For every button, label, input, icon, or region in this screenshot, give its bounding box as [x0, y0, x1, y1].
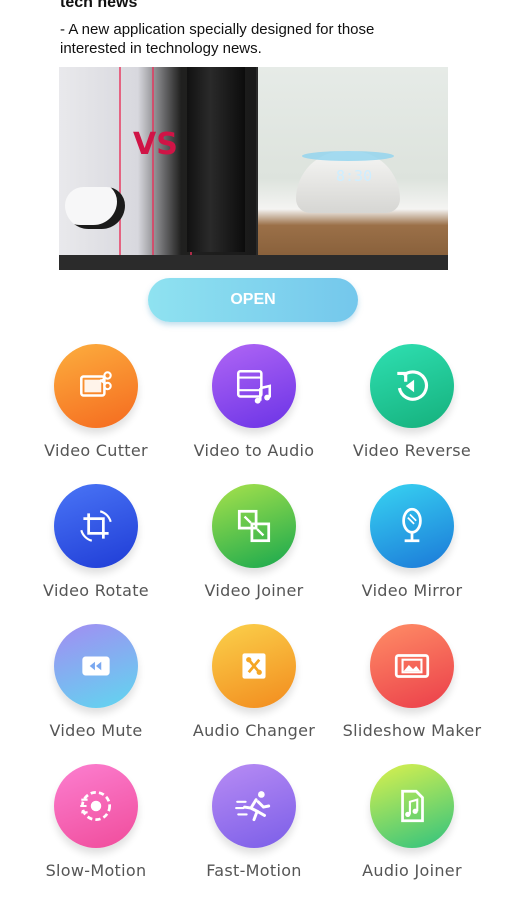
fast-motion-icon	[212, 764, 296, 848]
joiner-icon	[212, 484, 296, 568]
tile-label: Audio Joiner	[362, 861, 462, 880]
video-mute-icon	[54, 624, 138, 708]
tile-label: Slideshow Maker	[342, 721, 482, 740]
ad-title: tech news	[60, 0, 138, 11]
audio-joiner-tile[interactable]: Audio Joiner	[333, 760, 491, 900]
slow-motion-icon	[54, 764, 138, 848]
video-mirror-tile[interactable]: Video Mirror	[333, 480, 491, 620]
video-to-audio-tile[interactable]: Video to Audio	[175, 340, 333, 480]
tile-label: Audio Changer	[192, 721, 316, 740]
console-photo: VS	[59, 67, 256, 270]
tile-label: Video Rotate	[43, 581, 149, 600]
slideshow-icon	[370, 624, 454, 708]
mirror-icon	[370, 484, 454, 568]
slow-motion-tile[interactable]: Slow-Motion	[17, 760, 175, 900]
video-joiner-tile[interactable]: Video Joiner	[175, 480, 333, 620]
tile-label: Fast-Motion	[206, 861, 302, 880]
tile-label: Video Mirror	[361, 581, 463, 600]
video-rotate-tile[interactable]: Video Rotate	[17, 480, 175, 620]
tile-label: Video to Audio	[193, 441, 315, 460]
open-button[interactable]: OPEN	[148, 278, 358, 322]
tile-label: Video Reverse	[352, 441, 472, 460]
tools-grid: Video Cutter Video to Audio Video Revers…	[17, 340, 489, 900]
speaker-clock-text: 8:30	[336, 167, 373, 185]
ad-description: - A new application specially designed f…	[60, 21, 375, 57]
tile-label: Slow-Motion	[45, 861, 147, 880]
film-music-icon	[212, 344, 296, 428]
video-mute-tile[interactable]: Video Mute	[17, 620, 175, 760]
ad-banner-image[interactable]: VS 8:30	[59, 67, 448, 270]
video-cutter-tile[interactable]: Video Cutter	[17, 340, 175, 480]
scissors-film-icon	[54, 344, 138, 428]
reverse-icon	[370, 344, 454, 428]
rotate-icon	[54, 484, 138, 568]
tile-label: Video Mute	[49, 721, 143, 740]
fast-motion-tile[interactable]: Fast-Motion	[175, 760, 333, 900]
tile-label: Video Cutter	[44, 441, 148, 460]
tile-label: Video Joiner	[204, 581, 304, 600]
audio-changer-icon	[212, 624, 296, 708]
audio-joiner-icon	[370, 764, 454, 848]
slideshow-maker-tile[interactable]: Slideshow Maker	[333, 620, 491, 760]
vs-text: VS	[133, 127, 178, 162]
audio-changer-tile[interactable]: Audio Changer	[175, 620, 333, 760]
smart-speaker-photo: 8:30	[258, 67, 448, 270]
video-reverse-tile[interactable]: Video Reverse	[333, 340, 491, 480]
